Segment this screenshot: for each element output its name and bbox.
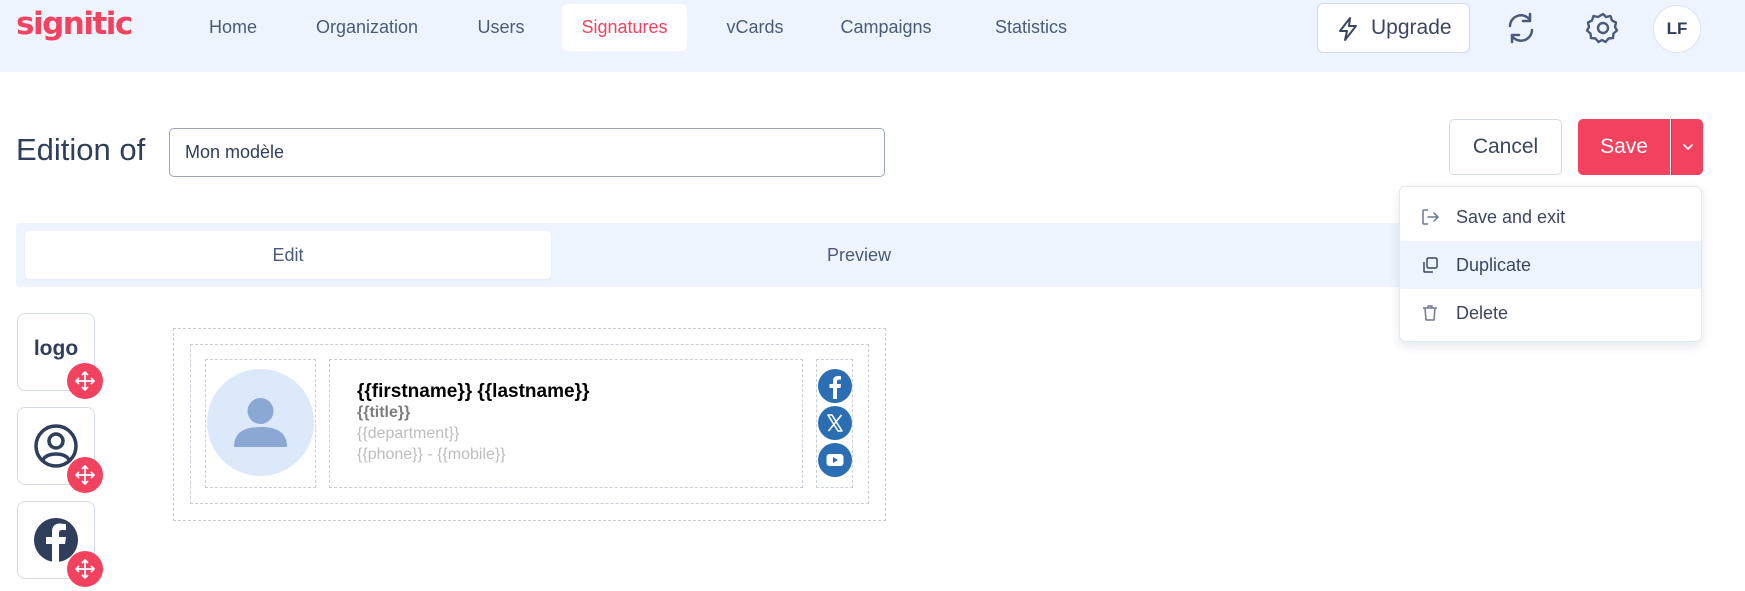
move-arrows-icon (75, 559, 95, 579)
chevron-down-icon (1683, 144, 1693, 150)
move-handle[interactable] (67, 551, 103, 587)
exit-icon (1422, 209, 1439, 225)
settings-button[interactable] (1582, 8, 1624, 48)
signature-x-icon (818, 406, 852, 440)
sync-icon (1508, 12, 1534, 44)
person-icon (234, 398, 287, 447)
signature-title: {{title}} (357, 404, 411, 421)
signature-text-cell[interactable] (329, 359, 803, 488)
tab-edit[interactable]: Edit (25, 231, 551, 279)
template-name-input[interactable] (169, 128, 885, 177)
move-arrows-icon (75, 465, 95, 485)
nav-campaigns[interactable]: Campaigns (826, 4, 946, 51)
top-navbar: signitic Home Organization Users Signatu… (0, 0, 1745, 72)
tab-preview[interactable]: Preview (596, 231, 1122, 279)
copy-icon (1423, 257, 1438, 273)
menu-item-label: Delete (1456, 303, 1509, 323)
signature-facebook-icon (818, 369, 852, 403)
page-title: Edition of (16, 132, 146, 167)
menu-item-duplicate[interactable]: Duplicate (1400, 241, 1701, 289)
trash-icon (1423, 305, 1437, 321)
save-options-menu: Save and exit Duplicate Delete (1399, 186, 1702, 342)
nav-users[interactable]: Users (461, 4, 541, 51)
lightning-icon (1339, 17, 1357, 41)
gear-icon (1585, 12, 1619, 44)
facebook-glyph (829, 376, 841, 399)
signature-name: {{firstname}} {{lastname}} (357, 381, 590, 402)
menu-item-save-and-exit[interactable]: Save and exit (1400, 193, 1701, 241)
signature-photo-placeholder (207, 369, 314, 476)
signitic-logo[interactable]: signitic (16, 6, 133, 42)
nav-home[interactable]: Home (188, 4, 278, 51)
signature-phone: {{phone}} - {{mobile}} (357, 446, 506, 463)
menu-item-delete[interactable]: Delete (1400, 289, 1701, 337)
save-options-toggle[interactable] (1671, 119, 1703, 175)
youtube-glyph (826, 454, 844, 466)
nav-vcards[interactable]: vCards (709, 4, 801, 51)
nav-statistics[interactable]: Statistics (980, 4, 1082, 51)
move-handle[interactable] (67, 363, 103, 399)
move-arrows-icon (75, 371, 95, 391)
upgrade-button[interactable]: Upgrade (1317, 3, 1470, 53)
user-avatar[interactable]: LF (1653, 5, 1701, 53)
block-logo-label: logo (33, 337, 79, 360)
menu-item-label: Duplicate (1456, 255, 1532, 275)
upgrade-label: Upgrade (1371, 16, 1452, 39)
signature-department: {{department}} (357, 425, 460, 442)
menu-item-label: Save and exit (1456, 207, 1566, 227)
save-button[interactable]: Save (1578, 119, 1670, 175)
cancel-button[interactable]: Cancel (1449, 119, 1562, 175)
sync-button[interactable] (1500, 8, 1542, 48)
nav-signatures[interactable]: Signatures (562, 4, 687, 51)
x-glyph (827, 414, 843, 432)
signature-youtube-icon (818, 443, 852, 477)
move-handle[interactable] (67, 457, 103, 493)
nav-organization[interactable]: Organization (300, 4, 434, 51)
